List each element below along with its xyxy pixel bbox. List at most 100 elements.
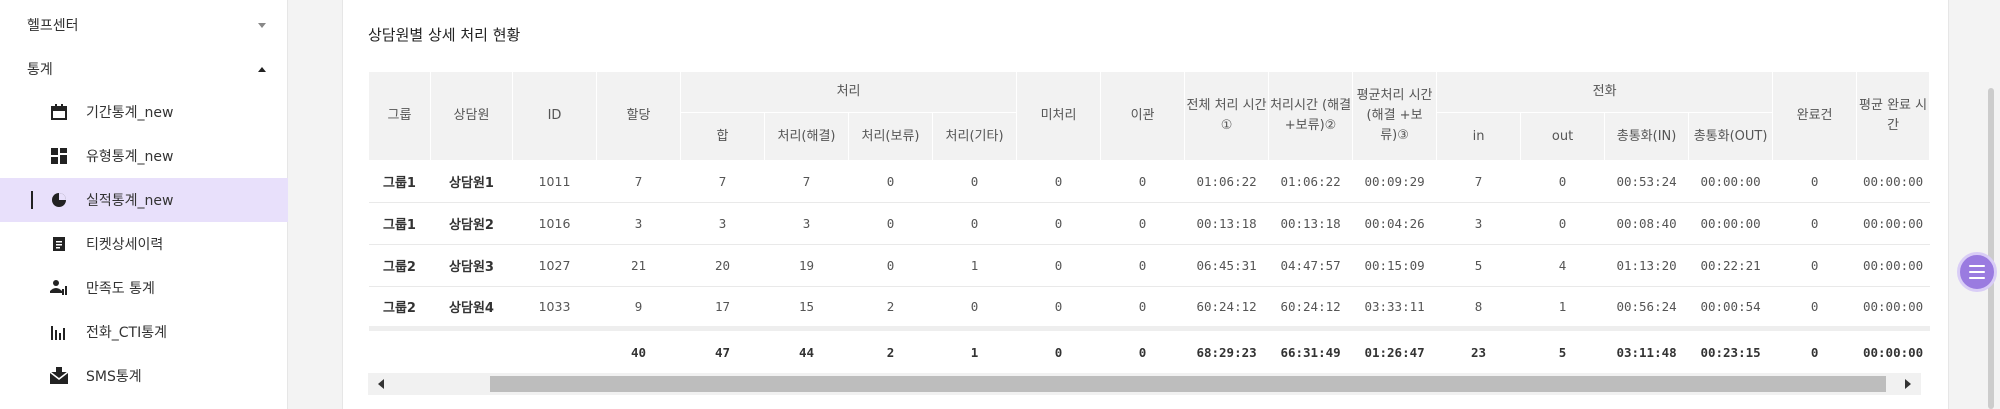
sum-unprocessed: 0: [1016, 326, 1101, 375]
sum-resolved: 44: [764, 326, 849, 375]
sidebar-item-performance-stats[interactable]: 실적통계_new: [0, 178, 288, 222]
col-header-out[interactable]: out: [1520, 112, 1606, 161]
table-row[interactable]: 그룹2 상담원3 1027 21 20 19 0 1 0 0 06:45:31 …: [368, 244, 1930, 287]
scroll-left-icon[interactable]: [378, 379, 384, 389]
cell-hold: 0: [848, 160, 933, 203]
sidebar-item-label: 실적통계_new: [86, 193, 174, 209]
cell-avg-complete: 00:00:00: [1856, 160, 1930, 203]
cell-avg-complete: 00:00:00: [1856, 286, 1930, 329]
sum-in: 23: [1436, 326, 1521, 375]
cell-completed: 0: [1772, 160, 1857, 203]
cell-out: 1: [1520, 286, 1605, 329]
cell-talk-out: 00:00:00: [1688, 160, 1773, 203]
vertical-scrollbar[interactable]: [1988, 88, 1994, 409]
sidebar-item-label: 기간통계_new: [86, 105, 174, 121]
cell-resolved: 19: [764, 244, 849, 287]
cell-sum: 20: [680, 244, 765, 287]
col-header-call: 전화: [1436, 71, 1774, 113]
sidebar-item-label: SMS통계: [86, 369, 142, 385]
sidebar-item-label: 만족도 통계: [86, 281, 155, 297]
cell-agent: 상담원1: [430, 160, 513, 203]
sidebar-item-cti-stats[interactable]: 전화_CTI통계: [0, 310, 288, 354]
col-header-id[interactable]: ID: [512, 71, 597, 161]
sum-talk-out: 00:23:15: [1688, 326, 1773, 375]
col-header-other[interactable]: 처리(기타): [931, 112, 1018, 161]
cell-avg-complete: 00:00:00: [1856, 202, 1930, 245]
document-icon: [50, 235, 68, 253]
cell-proc-time: 01:06:22: [1268, 160, 1353, 203]
col-header-proc-time[interactable]: 처리시간 (해결+보류)②: [1268, 71, 1354, 161]
sidebar-item-ticket-history[interactable]: 티켓상세이력: [0, 222, 288, 266]
cell-sum: 17: [680, 286, 765, 329]
cell-unprocessed: 0: [1016, 202, 1101, 245]
cell-assigned: 7: [596, 160, 681, 203]
col-header-unprocessed[interactable]: 미처리: [1016, 71, 1102, 161]
sum-assigned: 40: [596, 326, 681, 375]
col-header-total-time[interactable]: 전체 처리 시간①: [1184, 71, 1270, 161]
sidebar-item-label: 유형통계_new: [86, 149, 174, 165]
sum-hold: 2: [848, 326, 933, 375]
cell-unprocessed: 0: [1016, 244, 1101, 287]
cell-resolved: 15: [764, 286, 849, 329]
sum-talk-in: 03:11:48: [1604, 326, 1689, 375]
cell-agent: 상담원4: [430, 286, 513, 329]
col-header-talk-in[interactable]: 총통화(IN): [1604, 112, 1690, 161]
col-header-assigned[interactable]: 할당: [596, 71, 681, 161]
col-header-agent[interactable]: 상담원: [430, 71, 513, 161]
col-header-sum[interactable]: 합: [680, 112, 765, 161]
cell-resolved: 3: [764, 202, 849, 245]
cell-group: 그룹1: [368, 202, 431, 245]
sidebar-item-period-stats[interactable]: 기간통계_new: [0, 90, 288, 134]
calendar-icon: [50, 103, 68, 121]
col-header-hold[interactable]: 처리(보류): [848, 112, 933, 161]
col-header-talk-out[interactable]: 총통화(OUT): [1688, 112, 1774, 161]
cell-transfer: 0: [1100, 160, 1185, 203]
col-header-in[interactable]: in: [1436, 112, 1522, 161]
cell-proc-time: 00:13:18: [1268, 202, 1353, 245]
bar-chart-icon: [50, 323, 68, 341]
horizontal-scrollbar[interactable]: [368, 373, 1921, 395]
sum-other: 1: [932, 326, 1017, 375]
cell-transfer: 0: [1100, 286, 1185, 329]
sidebar-item-label: 티켓상세이력: [86, 237, 164, 253]
pie-chart-icon: [50, 191, 68, 209]
scrollbar-thumb[interactable]: [490, 376, 1886, 392]
cell-total-time: 01:06:22: [1184, 160, 1269, 203]
cell-other: 0: [932, 202, 1017, 245]
table-row[interactable]: 그룹1 상담원2 1016 3 3 3 0 0 0 0 00:13:18 00:…: [368, 202, 1930, 245]
envelope-icon: [50, 367, 68, 385]
col-header-transfer[interactable]: 이관: [1100, 71, 1186, 161]
cell-total-time: 00:13:18: [1184, 202, 1269, 245]
sidebar-group-helpcenter[interactable]: 헬프센터: [0, 5, 288, 45]
cell-in: 7: [1436, 160, 1521, 203]
sidebar-item-satisfaction-stats[interactable]: 만족도 통계: [0, 266, 288, 310]
cell-hold: 0: [848, 202, 933, 245]
table-row[interactable]: 그룹2 상담원4 1033 9 17 15 2 0 0 0 60:24:12 6…: [368, 286, 1930, 329]
cell-talk-out: 00:22:21: [1688, 244, 1773, 287]
sum-proc-time: 66:31:49: [1268, 326, 1353, 375]
chevron-up-icon: [258, 66, 266, 72]
col-header-avg-complete[interactable]: 평균 완료 시간: [1856, 71, 1931, 161]
agent-stats-table: 그룹 상담원 ID 할당 처리 미처리 이관 전체 처리 시간① 처리시간 (해…: [368, 71, 1931, 375]
col-header-avg-proc[interactable]: 평균처리 시간 (해결 +보류)③: [1352, 71, 1438, 161]
scroll-right-icon[interactable]: [1905, 379, 1911, 389]
cell-id: 1011: [512, 160, 597, 203]
cell-agent: 상담원2: [430, 202, 513, 245]
cell-group: 그룹1: [368, 160, 431, 203]
col-header-group[interactable]: 그룹: [368, 71, 431, 161]
cell-completed: 0: [1772, 244, 1857, 287]
sum-completed: 0: [1772, 326, 1857, 375]
cell-group: 그룹2: [368, 244, 431, 287]
sidebar-item-type-stats[interactable]: 유형통계_new: [0, 134, 288, 178]
sidebar-group-stats[interactable]: 통계: [0, 49, 288, 89]
col-header-processing: 처리: [679, 71, 1018, 113]
cell-empty: [430, 326, 513, 375]
table-row[interactable]: 그룹1 상담원1 1011 7 7 7 0 0 0 0 01:06:22 01:…: [368, 160, 1930, 203]
col-header-resolved[interactable]: 처리(해결): [764, 112, 849, 161]
cell-out: 0: [1520, 160, 1605, 203]
sidebar-item-sms-stats[interactable]: SMS통계: [0, 354, 288, 398]
cell-completed: 0: [1772, 202, 1857, 245]
cell-avg-complete: 00:00:00: [1856, 244, 1930, 287]
col-header-completed[interactable]: 완료건: [1772, 71, 1858, 161]
menu-fab-button[interactable]: [1957, 252, 1997, 292]
